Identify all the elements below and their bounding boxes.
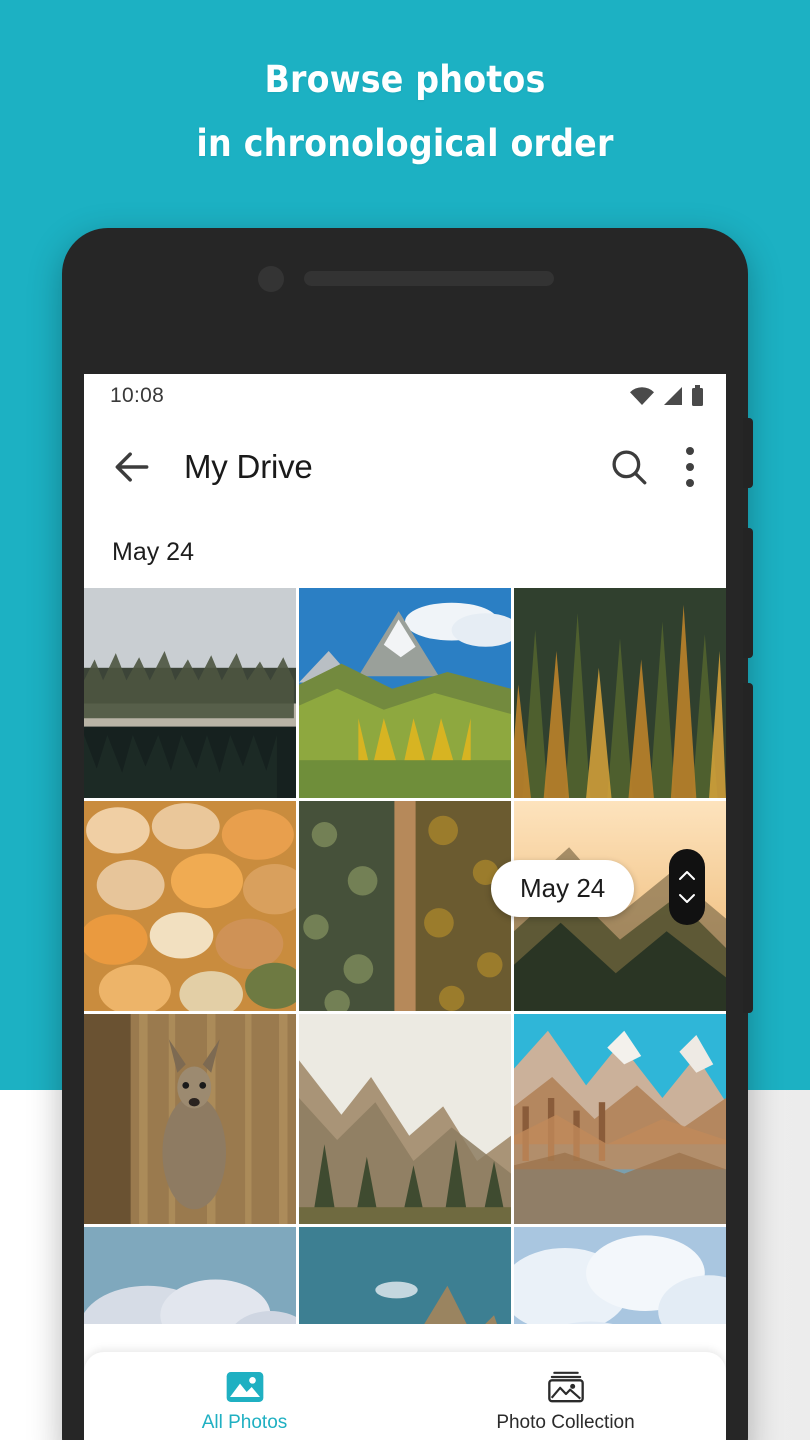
photo-thumbnail[interactable] [299, 1227, 511, 1324]
nav-item-photo-collection[interactable]: Photo Collection [405, 1352, 726, 1440]
wifi-icon [630, 387, 654, 405]
photo-thumbnail[interactable] [84, 588, 296, 798]
status-bar: 10:08 [84, 374, 726, 418]
back-arrow-icon[interactable] [110, 445, 154, 489]
promo-headline: Browse photos in chronological order [0, 48, 810, 176]
photo-stack-icon [547, 1371, 584, 1403]
phone-side-button-middle[interactable] [743, 528, 753, 658]
nav-label-photo-collection: Photo Collection [496, 1412, 635, 1433]
more-vertical-icon[interactable] [686, 447, 694, 487]
nav-label-all-photos: All Photos [201, 1412, 288, 1433]
photo-thumbnail[interactable] [84, 1227, 296, 1324]
photo-thumbnail[interactable] [84, 1014, 296, 1224]
photo-thumbnail[interactable] [514, 1014, 726, 1224]
nav-item-all-photos[interactable]: All Photos [84, 1352, 405, 1440]
scroll-date-bubble: May 24 [491, 860, 635, 917]
photo-thumbnail[interactable] [299, 801, 511, 1011]
search-icon[interactable] [608, 446, 650, 488]
cellular-signal-icon [664, 387, 682, 405]
photo-thumbnail[interactable] [299, 588, 511, 798]
date-section-header: May 24 [84, 516, 726, 588]
photo-thumbnail[interactable] [84, 801, 296, 1011]
bottom-navigation: All Photos Photo Collection [84, 1352, 726, 1440]
phone-side-button-bottom[interactable] [743, 683, 753, 1013]
battery-icon [692, 385, 703, 406]
fast-scroll-thumb[interactable] [669, 849, 705, 925]
status-icons [629, 385, 704, 407]
headline-line-2: in chronological order [196, 122, 614, 165]
photo-filled-icon [226, 1372, 263, 1402]
status-time: 10:08 [110, 384, 165, 407]
photo-thumbnail[interactable] [514, 588, 726, 798]
page-title: My Drive [184, 448, 313, 485]
photo-thumbnail[interactable] [514, 1227, 726, 1324]
chevron-down-icon [679, 894, 695, 903]
chevron-up-icon [679, 871, 695, 880]
photo-thumbnail[interactable] [299, 1014, 511, 1224]
app-bar: My Drive [84, 418, 726, 516]
photo-grid [84, 588, 726, 1324]
phone-mockup: 10:08 My Drive May 24 May 24 All Photos … [62, 228, 753, 1440]
camera-dot-icon [258, 266, 284, 292]
speaker-slot-icon [304, 271, 554, 286]
phone-screen: 10:08 My Drive May 24 May 24 All Photos … [84, 374, 726, 1440]
phone-side-button-top[interactable] [743, 418, 753, 488]
headline-line-1: Browse photos [264, 58, 546, 101]
